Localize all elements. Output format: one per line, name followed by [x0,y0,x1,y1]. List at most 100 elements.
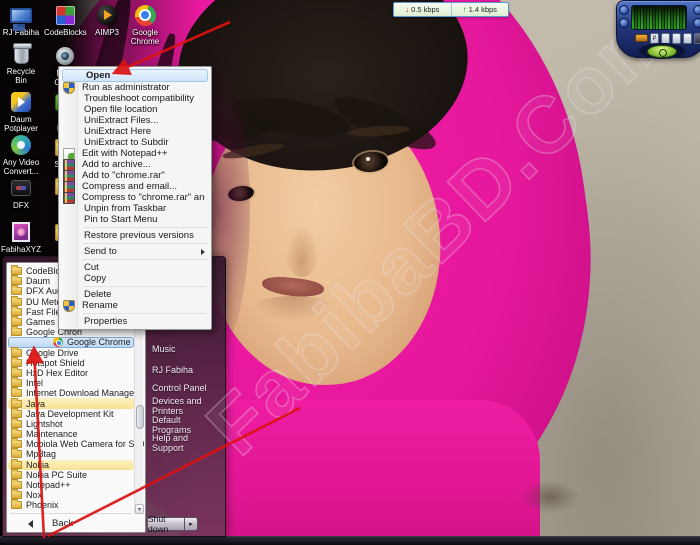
start-program-hotspot-shield[interactable]: Hotspot Shield [8,356,134,368]
start-program-mp3tag[interactable]: Mp3tag [8,448,134,459]
menu-item-add-to-archive[interactable]: Add to archive... [61,158,209,171]
start-right-music[interactable]: Music [146,340,222,358]
rar-icon [63,191,75,204]
start-program-intel[interactable]: Intel [8,377,134,388]
menu-item-label: Delete [84,289,112,300]
program-label: Nokia PC Suite [26,469,88,480]
start-program-nokia-pc-suite[interactable]: Nokia PC Suite [8,468,134,480]
desktop-icon-label: AIMP3 [94,28,119,37]
scroll-down-button[interactable]: ▾ [135,504,144,514]
potplayer-glyph [11,92,31,112]
start-program-nox[interactable]: Nox [8,489,134,500]
desktop-icon-rj-fabiha[interactable]: RJ Fabiha [0,3,42,37]
start-right-help-and-support[interactable]: Help and Support [146,433,222,453]
bin-icon [0,42,42,66]
menu-item-label: Pin to Start Menu [84,214,158,225]
desktop-icon-recycle-bin[interactable]: Recycle Bin [0,42,42,85]
npp-icon [63,147,75,160]
menu-item-compress-to-chrome-rar-and-email[interactable]: Compress to "chrome.rar" and email [61,191,209,204]
player-volume-down-button[interactable] [619,18,629,28]
start-right-rj-fabiha[interactable]: RJ Fabiha [146,360,222,378]
menu-item-edit-with-notepad[interactable]: Edit with Notepad++ [61,147,209,160]
menu-item-troubleshoot-compatibility[interactable]: Troubleshoot compatibility [61,93,209,104]
menu-item-restore-previous-versions[interactable]: Restore previous versions [61,230,209,241]
shut-down-options-arrow[interactable]: ▸ [185,517,198,531]
menu-item-uniextract-files[interactable]: UniExtract Files... [61,115,209,126]
start-right-devices-and-printers[interactable]: Devices and Printers [146,396,222,416]
menu-item-open[interactable]: Open [62,69,208,82]
start-program-hxd-hex-editor[interactable]: HxD Hex Editor [8,366,134,378]
desktop-icon-label: FabihaXYZ [0,245,42,254]
menu-item-delete[interactable]: Delete [61,289,209,300]
start-right-default-programs[interactable]: Default Programs [146,415,222,435]
start-program-lightshot[interactable]: Lightshot [8,417,134,429]
menu-item-rename[interactable]: Rename [61,299,209,312]
back-menu-item[interactable]: Back [8,516,134,531]
menu-item-send-to[interactable]: Send to [61,246,209,257]
desktop-icon-label: Google Chrome [130,28,160,46]
codeblocks-glyph [55,5,75,25]
menu-separator [83,286,207,287]
start-program-mobiola-web-camera-for-s60[interactable]: Mobiola Web Camera for S60 [8,438,144,449]
repeat-button[interactable] [672,32,681,44]
program-label: Internet Download Manager [26,388,138,399]
menu-item-cut[interactable]: Cut [61,262,209,273]
network-speed-widget[interactable]: ↓ 0.5 kbps ↑ 1.4 kbps [393,2,509,17]
player-volume-up-button[interactable] [619,5,629,15]
desktop-icon-google-chrome[interactable]: Google Chrome [124,3,166,46]
menu-item-pin-to-start-menu[interactable]: Pin to Start Menu [61,214,209,225]
program-label: Java Development Kit [26,408,114,419]
download-speed-cell: ↓ 0.5 kbps [394,3,451,16]
play-button[interactable] [661,32,670,44]
desktop-icon-dfx[interactable]: DFX [0,176,42,210]
program-label: Games [26,317,56,328]
mini-media-player[interactable]: P [616,0,700,59]
start-program-nokia[interactable]: Nokia [8,458,134,470]
taskbar[interactable] [0,536,700,545]
playlist-button[interactable]: P [650,32,659,44]
start-right-control-panel[interactable]: Control Panel [146,379,222,397]
start-program-internet-download-manager[interactable]: Internet Download Manager [8,387,138,399]
start-program-google-drive[interactable]: Google Drive [8,346,134,358]
scrollbar-thumb[interactable] [135,405,144,429]
computer-icon [0,3,42,27]
menu-item-compress-and-email[interactable]: Compress and email... [61,180,209,193]
folder-icon [11,468,22,479]
menu-item-label: UniExtract Here [84,126,152,137]
desktop-icon-aimp3[interactable]: AIMP3 [86,3,128,37]
start-program-google-chrome[interactable]: Google Chrome [8,337,134,348]
menu-item-run-as-administrator[interactable]: Run as administrator [61,81,209,94]
menu-item-label: Send to [84,246,117,257]
menu-item-unpin-from-taskbar[interactable]: Unpin from Taskbar [61,203,209,214]
folder-icon [11,438,22,449]
desktop-icon-any-video-converter[interactable]: Any Video Convert... [0,133,42,176]
start-program-java-development-kit[interactable]: Java Development Kit [8,407,134,419]
avc-glyph [11,135,31,155]
desktop-icon-codeblocks[interactable]: CodeBlocks [44,3,87,37]
shut-down-button[interactable]: Shut down [147,514,185,534]
stop-button[interactable] [694,32,700,44]
menu-item-properties[interactable]: Properties [61,316,209,327]
menu-item-label: UniExtract to Subdir [84,137,169,148]
player-prev-button[interactable] [693,18,700,28]
start-program-java[interactable]: Java [8,397,134,409]
desktop-icon-label: Daum Potplayer [4,115,38,133]
folder-icon [11,275,22,286]
menu-item-uniextract-here[interactable]: UniExtract Here [61,126,209,137]
player-next-button[interactable] [693,5,700,15]
menu-item-open-file-location[interactable]: Open file location [61,104,209,115]
menu-item-copy[interactable]: Copy [61,273,209,284]
menu-item-add-to-chrome-rar[interactable]: Add to "chrome.rar" [61,169,209,182]
menu-item-uniextract-to-subdir[interactable]: UniExtract to Subdir [61,137,209,148]
folder-icon [11,265,22,276]
start-program-maintenance[interactable]: Maintenance [8,428,134,439]
folder-icon [11,356,22,367]
desktop-icon-daum-potplayer[interactable]: Daum Potplayer [0,90,42,133]
start-program-phoenix[interactable]: Phoenix [8,499,134,510]
menu-item-label: Add to archive... [82,159,151,170]
eject-button[interactable] [683,32,692,44]
context-menu-items: Open Run as administrator Troubleshoot com… [61,69,209,327]
start-program-notepad[interactable]: Notepad++ [8,479,134,490]
power-button[interactable] [647,45,677,58]
desktop-icon-fabihaxyz[interactable]: FabihaXYZ [0,220,42,254]
